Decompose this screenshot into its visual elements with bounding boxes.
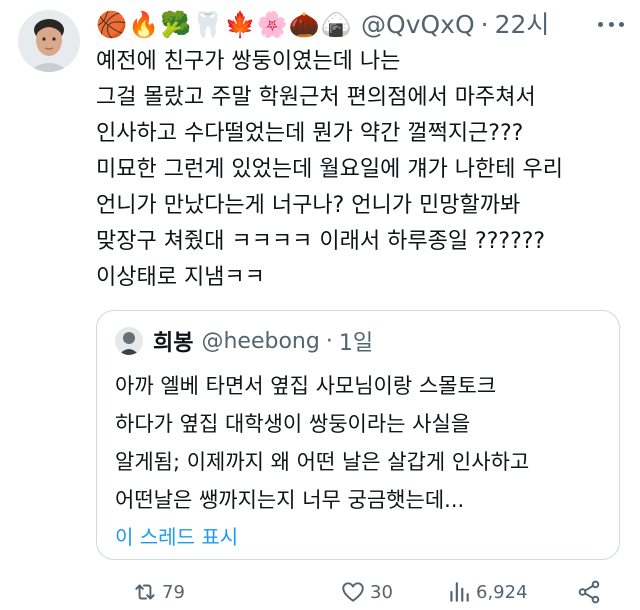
share-button[interactable] xyxy=(576,576,606,608)
like-button[interactable]: 30 xyxy=(340,576,393,608)
quoted-author-name: 희봉 xyxy=(153,331,194,356)
tweet-text-line: 이상태로 지냄ㅋㅋ xyxy=(96,265,265,290)
tweet-text: 예전에 친구가 쌍둥이였는데 나는 그걸 몰랐고 주말 학원근처 편의점에서 마… xyxy=(96,44,636,296)
like-count: 30 xyxy=(370,581,393,603)
author-handle[interactable]: @QvQxQ xyxy=(361,10,475,40)
quoted-text-line: 알게됨; 이제까지 왜 어떤 날은 살갑게 인사하고 xyxy=(115,450,530,474)
quoted-tweet-header: 희봉 @heebong · 1일 xyxy=(115,325,373,357)
tweet-header: 🏀🔥🥦🦷🍁🌸🌰🍙 @QvQxQ · 22시 xyxy=(96,8,600,42)
quoted-author-handle: @heebong xyxy=(201,328,320,354)
heart-icon xyxy=(342,582,364,602)
views-button[interactable]: 6,924 xyxy=(446,576,528,608)
tweet-actions: 79 30 6,924 xyxy=(96,576,616,610)
more-options-icon[interactable] xyxy=(598,14,624,34)
author-name[interactable]: 🏀🔥🥦🦷🍁🌸🌰🍙 xyxy=(96,10,353,40)
separator-dot: · xyxy=(325,328,333,354)
tweet-text-line: 맞장구 쳐줬대 ㅋㅋㅋㅋ 이래서 하루종일 ?????? xyxy=(96,229,546,254)
quoted-text-line: 아까 엘베 타면서 옆집 사모님이랑 스몰토크 xyxy=(115,374,497,398)
quoted-author-avatar xyxy=(115,327,143,355)
quoted-tweet[interactable]: 희봉 @heebong · 1일 아까 엘베 타면서 옆집 사모님이랑 스몰토크… xyxy=(96,310,620,560)
share-icon xyxy=(578,580,600,604)
tweet-text-line: 예전에 친구가 쌍둥이였는데 나는 xyxy=(96,49,401,74)
quoted-tweet-time: 1일 xyxy=(338,331,374,356)
tweet: 🏀🔥🥦🦷🍁🌸🌰🍙 @QvQxQ · 22시 예전에 친구가 쌍둥이였는데 나는 … xyxy=(0,0,640,610)
views-count: 6,924 xyxy=(476,581,528,603)
tweet-time[interactable]: 22시 xyxy=(495,10,550,40)
tweet-text-line: 미묘한 그런게 있었는데 월요일에 걔가 나한테 우리 xyxy=(96,157,564,182)
quoted-tweet-text: 아까 엘베 타면서 옆집 사모님이랑 스몰토크 하다가 옆집 대학생이 쌍둥이라… xyxy=(115,367,615,519)
author-avatar[interactable] xyxy=(18,10,80,72)
show-thread-link[interactable]: 이 스레드 표시 xyxy=(115,521,238,550)
retweet-count: 79 xyxy=(162,581,185,603)
tweet-text-line: 인사하고 수다떨었는데 뭔가 약간 껄쩍지근??? xyxy=(96,121,524,146)
separator-dot: · xyxy=(480,10,489,39)
quoted-text-line: 어떤날은 쌩까지는지 너무 궁금햇는데... xyxy=(115,488,465,512)
retweet-icon xyxy=(135,584,155,600)
quoted-text-line: 하다가 옆집 대학생이 쌍둥이라는 사실을 xyxy=(115,412,471,436)
retweet-button[interactable]: 79 xyxy=(132,576,185,608)
tweet-text-line: 그걸 몰랐고 주말 학원근처 편의점에서 마주쳐서 xyxy=(96,85,536,110)
views-chart-icon xyxy=(450,582,469,602)
tweet-text-line: 언니가 만났다는게 너구나? 언니가 민망할까봐 xyxy=(96,193,521,218)
